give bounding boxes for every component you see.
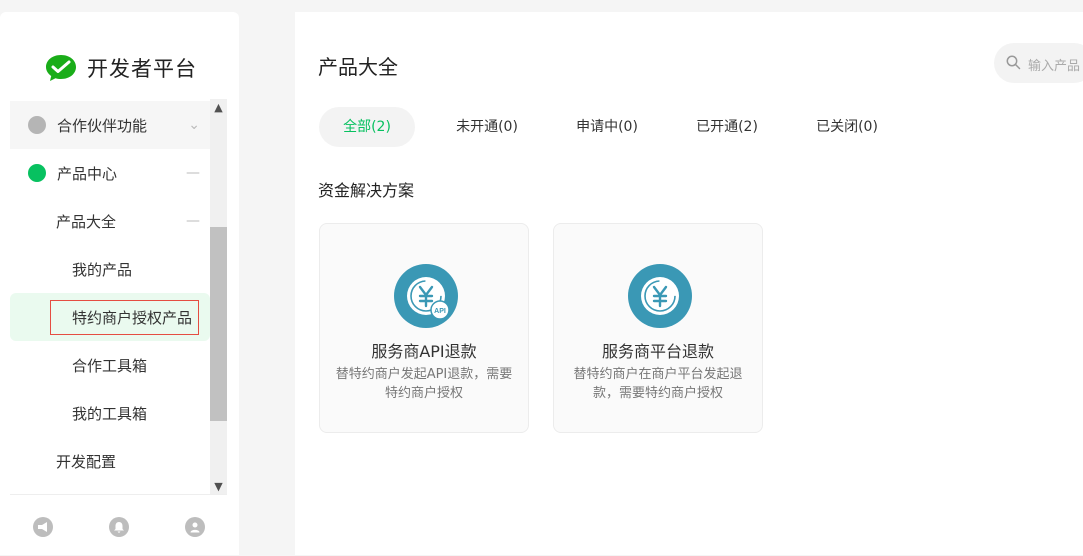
sidebar-item-all-products[interactable]: 产品大全 — [10,197,210,245]
product-card-desc: 替特约商户发起API退款，需要特约商户授权 [335,367,513,401]
megaphone-icon[interactable] [33,517,53,537]
product-card-desc: 替特约商户在商户平台发起退款，需要特约商户授权 [573,367,743,401]
sidebar-item-label: 合作伙伴功能 [57,116,148,135]
collapse-icon[interactable]: — [186,213,200,229]
scroll-down-icon[interactable]: ▼ [210,478,227,495]
sidebar-item-label: 我的产品 [72,260,133,279]
tab-activated[interactable]: 已开通(2) [679,107,775,147]
tab-all[interactable]: 全部(2) [319,107,415,147]
tab-closed[interactable]: 已关闭(0) [799,107,895,147]
sidebar-nav: 合作伙伴功能 ⌄ 产品中心 — 产品大全 — 我的产品 特约商户授权产品 合作工… [10,99,227,495]
sidebar-scrollbar[interactable]: ▲ ▼ [210,99,227,495]
sidebar-item-label: 特约商户授权产品 [50,299,200,335]
scroll-up-icon[interactable]: ▲ [210,99,227,116]
sidebar-item-partner-features[interactable]: 合作伙伴功能 ⌄ [10,101,210,149]
sidebar-item-product-center[interactable]: 产品中心 — [10,149,210,197]
main-content: 产品大全 输入产品 全部(2) 未开通(0) 申请中(0) 已开通(2) 已关闭… [295,12,1083,555]
product-center-dot-icon [28,164,46,182]
product-card-api-refund[interactable]: API 服务商API退款 替特约商户发起API退款，需要特约商户授权 [319,223,529,433]
product-card-name: 服务商API退款 [371,342,477,361]
search-placeholder: 输入产品 [1028,59,1081,74]
user-icon[interactable] [185,517,205,537]
product-card-name: 服务商平台退款 [601,342,714,361]
sidebar-footer [10,494,227,556]
partner-features-dot-icon [28,116,46,134]
search-icon [1006,55,1021,70]
sidebar: 开发者平台 合作伙伴功能 ⌄ 产品中心 — 产品大全 — 我的产品 特约商户授权… [0,12,239,555]
sidebar-item-label: 开发配置 [56,452,117,471]
sidebar-item-label: 产品大全 [56,212,117,231]
sidebar-item-sub-merchant-authorized[interactable]: 特约商户授权产品 [10,293,210,341]
logo[interactable]: 开发者平台 [45,48,197,88]
sidebar-item-label: 我的工具箱 [72,404,148,423]
sidebar-item-my-products[interactable]: 我的产品 [10,245,210,293]
yuan-refund-icon [628,264,692,328]
page-title: 产品大全 [318,55,398,79]
sidebar-item-partner-toolbox[interactable]: 合作工具箱 [10,341,210,389]
sidebar-item-dev-config[interactable]: 开发配置 [10,437,210,485]
logo-title: 开发者平台 [87,57,197,81]
sidebar-item-label: 合作工具箱 [72,356,148,375]
search-input[interactable]: 输入产品 [994,43,1083,83]
wechat-pay-icon [46,55,76,81]
product-card-platform-refund[interactable]: 服务商平台退款 替特约商户在商户平台发起退款，需要特约商户授权 [553,223,763,433]
sidebar-item-label: 产品中心 [57,164,118,183]
api-badge-text: API [434,308,446,315]
yuan-refund-api-icon: API [394,264,458,328]
chevron-down-icon[interactable]: ⌄ [188,117,200,133]
bell-icon[interactable] [109,517,129,537]
scrollbar-thumb[interactable] [210,227,227,421]
collapse-icon[interactable]: — [186,165,200,181]
tab-applying[interactable]: 申请中(0) [559,107,655,147]
section-title: 资金解决方案 [318,181,415,200]
tab-not-activated[interactable]: 未开通(0) [439,107,535,147]
sidebar-item-my-toolbox[interactable]: 我的工具箱 [10,389,210,437]
